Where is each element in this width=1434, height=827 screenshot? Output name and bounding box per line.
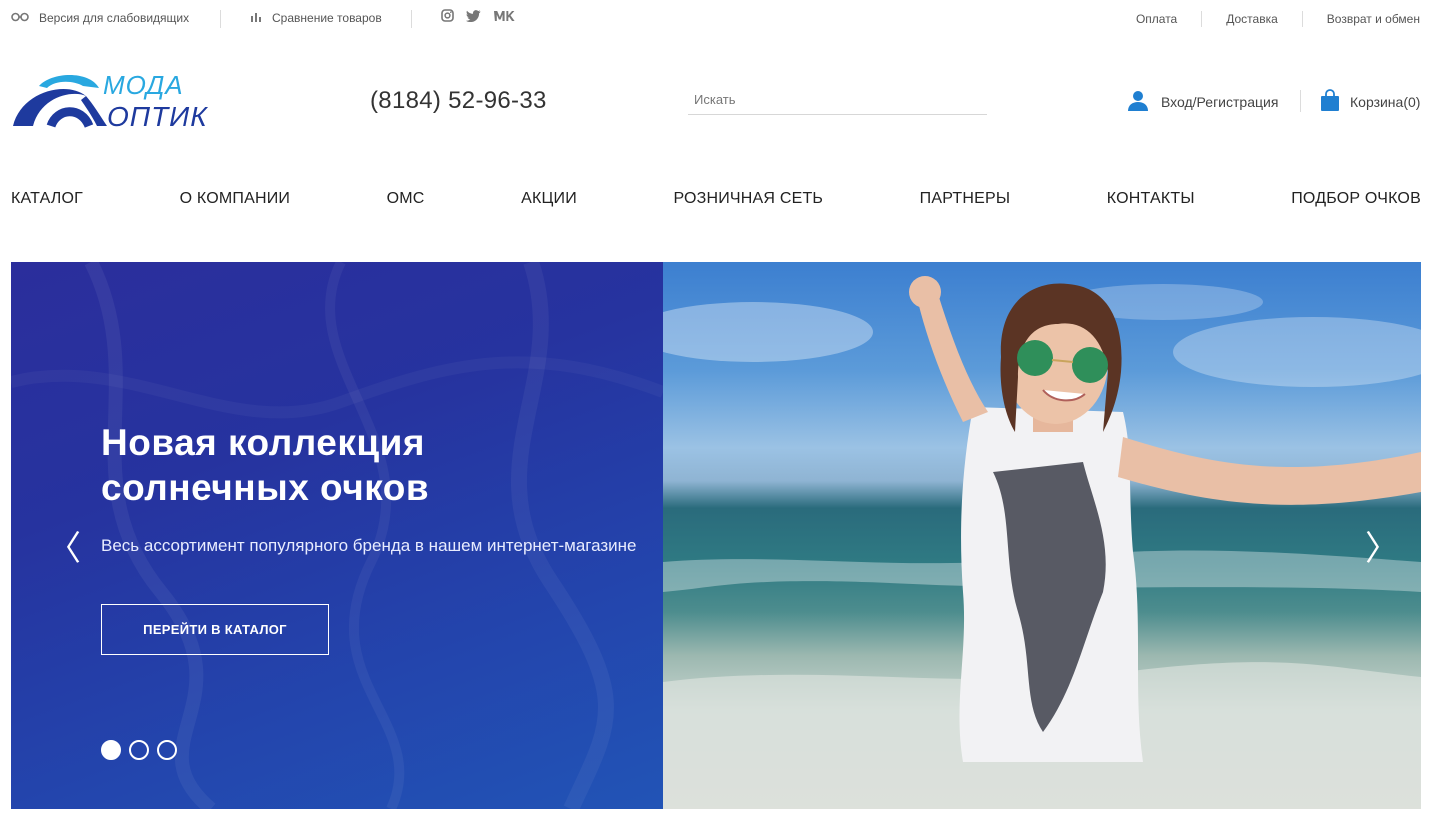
nav-item-glasses-selection[interactable]: ПОДБОР ОЧКОВ — [1291, 190, 1421, 208]
slider-dot[interactable] — [101, 740, 121, 760]
twitter-icon[interactable] — [466, 9, 481, 25]
logo-top-text: МОДА — [103, 70, 184, 100]
delivery-link[interactable]: Доставка — [1226, 12, 1278, 26]
compare-label: Сравнение товаров — [272, 11, 382, 25]
divider — [1301, 11, 1303, 27]
cart-label: Корзина(0) — [1350, 93, 1421, 110]
slider-next-arrow[interactable]: 〉 — [1365, 532, 1399, 566]
slider-dot[interactable] — [129, 740, 149, 760]
main-nav: КАТАЛОГ О КОМПАНИИ ОМС АКЦИИ РОЗНИЧНАЯ С… — [11, 190, 1421, 208]
login-link[interactable]: Вход/Регистрация — [1127, 89, 1278, 114]
nav-item-partners[interactable]: ПАРТНЕРЫ — [920, 190, 1011, 208]
divider — [1300, 90, 1301, 112]
divider — [1201, 11, 1203, 27]
glasses-icon — [11, 11, 29, 25]
nav-item-promotions[interactable]: АКЦИИ — [521, 190, 577, 208]
nav-item-about[interactable]: О КОМПАНИИ — [180, 190, 291, 208]
slide-title: Новая коллекция солнечных очков — [101, 422, 430, 508]
woman-on-beach-photo — [663, 276, 1421, 809]
low-vision-link[interactable]: Версия для слабовидящих — [11, 11, 189, 25]
nav-item-contacts[interactable]: КОНТАКТЫ — [1107, 190, 1195, 208]
cart-link[interactable]: Корзина(0) — [1320, 89, 1420, 114]
returns-link[interactable]: Возврат и обмен — [1327, 12, 1420, 26]
slider-dot[interactable] — [157, 740, 177, 760]
vk-icon[interactable] — [493, 10, 515, 25]
go-to-catalog-button[interactable]: ПЕРЕЙТИ В КАТАЛОГ — [101, 604, 329, 655]
slide-text-panel: Новая коллекция солнечных очков Весь асс… — [11, 262, 663, 809]
top-links: Оплата Доставка Возврат и обмен — [1136, 11, 1420, 27]
slide-subtitle: Весь ассортимент популярного бренда в на… — [101, 536, 637, 555]
bar-chart-icon — [250, 11, 262, 25]
site-logo[interactable]: МОДА ОПТИК — [11, 70, 231, 132]
nav-item-retail[interactable]: РОЗНИЧНАЯ СЕТЬ — [673, 190, 823, 208]
nav-item-oms[interactable]: ОМС — [387, 190, 425, 208]
payment-link[interactable]: Оплата — [1136, 12, 1177, 26]
social-links — [441, 9, 515, 25]
login-label: Вход/Регистрация — [1161, 93, 1279, 110]
nav-item-catalog[interactable]: КАТАЛОГ — [11, 190, 83, 208]
instagram-icon[interactable] — [441, 9, 454, 25]
divider — [220, 10, 221, 28]
search-input[interactable] — [688, 84, 987, 115]
low-vision-label: Версия для слабовидящих — [39, 11, 190, 25]
top-bar: Версия для слабовидящих Сравнение товаро… — [0, 0, 1434, 40]
logo-bottom-text: ОПТИК — [107, 101, 208, 132]
slide-image — [663, 262, 1421, 809]
hero-slider: Новая коллекция солнечных очков Весь асс… — [11, 262, 1421, 809]
user-icon — [1127, 89, 1149, 114]
shopping-bag-icon — [1320, 89, 1340, 114]
phone-number[interactable]: (8184) 52-96-33 — [370, 87, 547, 115]
divider — [411, 10, 412, 28]
compare-link[interactable]: Сравнение товаров — [250, 11, 382, 25]
slider-pagination — [101, 740, 177, 760]
slider-prev-arrow[interactable]: 〈 — [47, 532, 81, 566]
